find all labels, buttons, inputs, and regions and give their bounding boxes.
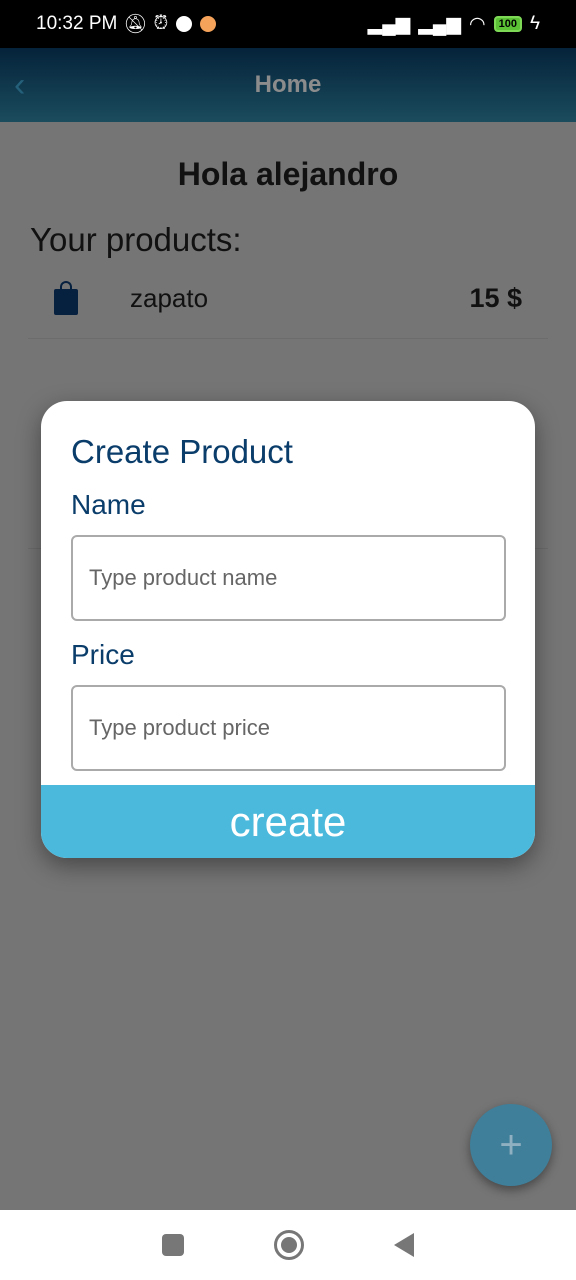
greeting: Hola alejandro	[177, 156, 399, 192]
product-price-input[interactable]	[71, 685, 506, 771]
home-icon[interactable]	[274, 1230, 304, 1260]
name-label: Name	[71, 489, 146, 520]
status-time: 10:32 PM	[36, 13, 118, 34]
product-price: 15 $	[469, 283, 522, 313]
recents-icon[interactable]	[162, 1234, 184, 1256]
product-name: zapato	[130, 283, 209, 313]
product-name-input[interactable]	[71, 535, 506, 621]
charging-icon: ϟ	[529, 13, 540, 34]
battery-icon: 100	[493, 16, 522, 32]
signal-icon: ▂▄▆	[418, 13, 461, 35]
back-nav-icon[interactable]	[394, 1233, 414, 1257]
status-bar: 10:32 PM 🔕︎ ⏰︎ ▂▄▆ ▂▄▆ ◠ 100 ϟ	[0, 0, 576, 48]
app-bar: ‹ Home	[0, 48, 576, 122]
alarm-icon: ⏰︎	[153, 13, 169, 34]
shopping-bag-icon	[54, 280, 78, 315]
system-nav-bar	[0, 1210, 576, 1280]
create-button[interactable]: create	[41, 785, 535, 858]
page-title: Home	[254, 71, 322, 98]
mute-icon: 🔕︎	[123, 14, 148, 35]
wifi-icon: ◠	[468, 13, 486, 35]
create-product-dialog: Create Product Name Price create	[41, 401, 535, 858]
products-heading: Your products:	[30, 221, 242, 258]
app-notification-icon	[200, 16, 217, 32]
back-icon[interactable]: ‹	[14, 66, 25, 105]
price-label: Price	[71, 639, 135, 670]
app-notification-icon	[176, 16, 193, 32]
add-product-button[interactable]: +	[470, 1104, 552, 1186]
signal-icon: ▂▄▆	[367, 13, 411, 35]
list-item[interactable]: zapato 15 $	[28, 259, 548, 339]
dialog-title: Create Product	[71, 433, 293, 470]
